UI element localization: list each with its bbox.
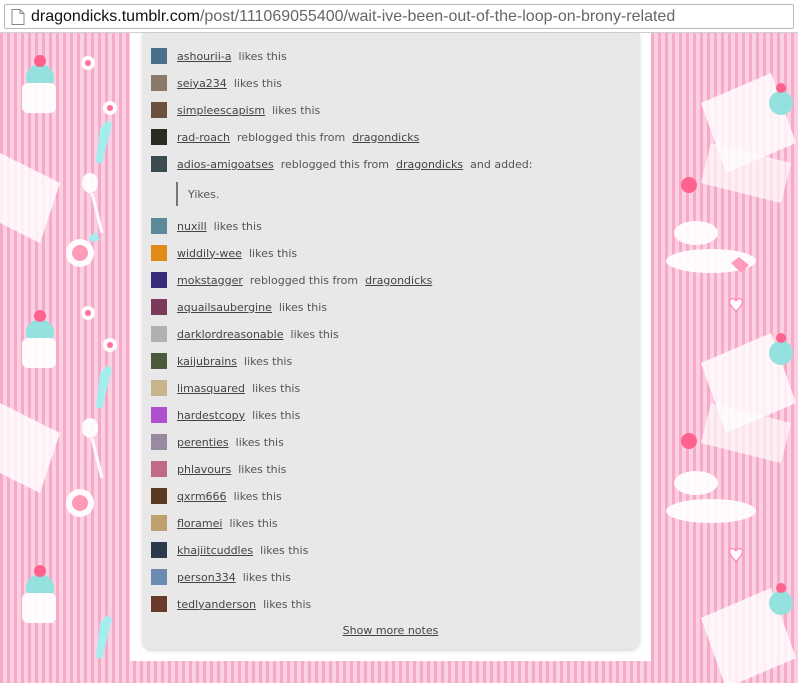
note-action: likes this (238, 462, 287, 476)
note-user-link[interactable]: hardestcopy (177, 409, 245, 422)
note-item: phlavours likes this (151, 460, 286, 478)
note-action: likes this (233, 489, 282, 503)
avatar[interactable] (151, 218, 167, 234)
avatar[interactable] (151, 488, 167, 504)
note-user-link[interactable]: khajiitcuddles (177, 544, 253, 557)
note-user-link[interactable]: seiya234 (177, 77, 227, 90)
note-action: likes this (260, 543, 309, 557)
note-source-link[interactable]: dragondicks (352, 131, 419, 144)
note-user-link[interactable]: aquailsaubergine (177, 301, 272, 314)
browser-address-bar: dragondicks.tumblr.com/post/111069055400… (0, 0, 798, 33)
note-suffix: and added: (470, 157, 533, 171)
note-user-link[interactable]: limasquared (177, 382, 245, 395)
note-user-link[interactable]: darklordreasonable (177, 328, 283, 341)
avatar[interactable] (151, 299, 167, 315)
note-action: likes this (229, 516, 278, 530)
note-user-link[interactable]: widdily-wee (177, 247, 242, 260)
avatar[interactable] (151, 245, 167, 261)
note-action: likes this (242, 570, 291, 584)
note-user-link[interactable]: qxrm666 (177, 490, 227, 503)
note-action: likes this (272, 103, 321, 117)
note-user-link[interactable]: mokstagger (177, 274, 243, 287)
note-user-link[interactable]: person334 (177, 571, 236, 584)
page-icon (11, 8, 25, 25)
background-decoration-icon (0, 55, 117, 659)
note-item: ashourii-a likes this (151, 47, 287, 65)
note-item: limasquared likes this (151, 379, 300, 397)
note-item: qxrm666 likes this (151, 487, 282, 505)
note-item: darklordreasonable likes this (151, 325, 339, 343)
note-action: likes this (252, 408, 301, 422)
note-action: likes this (238, 49, 287, 63)
avatar[interactable] (151, 75, 167, 91)
note-user-link[interactable]: perenties (177, 436, 229, 449)
note-item: khajiitcuddles likes this (151, 541, 308, 559)
avatar[interactable] (151, 272, 167, 288)
note-action: likes this (252, 381, 301, 395)
show-more-notes-link[interactable]: Show more notes (0, 624, 781, 637)
avatar[interactable] (151, 407, 167, 423)
background-decoration-icon (666, 73, 796, 683)
avatar[interactable] (151, 542, 167, 558)
note-item: simpleescapism likes this (151, 101, 320, 119)
note-action: likes this (213, 219, 262, 233)
note-item: floramei likes this (151, 514, 278, 532)
url-host: dragondicks.tumblr.com (31, 7, 200, 25)
note-user-link[interactable]: tedlyanderson (177, 598, 256, 611)
note-action: likes this (244, 354, 293, 368)
note-action: likes this (263, 597, 312, 611)
avatar[interactable] (151, 461, 167, 477)
reblog-comment: Yikes. (176, 182, 219, 206)
note-user-link[interactable]: adios-amigoatses (177, 158, 274, 171)
note-user-link[interactable]: phlavours (177, 463, 231, 476)
note-user-link[interactable]: rad-roach (177, 131, 230, 144)
avatar[interactable] (151, 596, 167, 612)
note-item: hardestcopy likes this (151, 406, 300, 424)
note-user-link[interactable]: simpleescapism (177, 104, 265, 117)
note-action: reblogged this from (249, 273, 359, 287)
note-item: person334 likes this (151, 568, 291, 586)
note-user-link[interactable]: floramei (177, 517, 222, 530)
avatar[interactable] (151, 129, 167, 145)
avatar[interactable] (151, 48, 167, 64)
note-source-link[interactable]: dragondicks (365, 274, 432, 287)
note-action: likes this (290, 327, 339, 341)
avatar[interactable] (151, 515, 167, 531)
note-item: rad-roach reblogged this from dragondicks (151, 128, 419, 146)
note-item: kaijubrains likes this (151, 352, 292, 370)
avatar[interactable] (151, 102, 167, 118)
avatar[interactable] (151, 156, 167, 172)
note-item: mokstagger reblogged this from dragondicks (151, 271, 432, 289)
note-action: likes this (248, 246, 298, 260)
avatar[interactable] (151, 326, 167, 342)
note-source-link[interactable]: dragondicks (396, 158, 463, 171)
note-item: aquailsaubergine likes this (151, 298, 327, 316)
note-action: likes this (233, 76, 283, 90)
note-item: adios-amigoatses reblogged this from drago… (151, 155, 533, 173)
note-item: seiya234 likes this (151, 74, 282, 92)
note-action: reblogged this from (280, 157, 389, 171)
note-item: nuxill likes this (151, 217, 262, 235)
url-field[interactable]: dragondicks.tumblr.com/post/111069055400… (4, 4, 794, 29)
avatar[interactable] (151, 353, 167, 369)
note-item: perenties likes this (151, 433, 284, 451)
url-path: /post/111069055400/wait-ive-been-out-of-… (199, 7, 676, 25)
note-item: tedlyanderson likes this (151, 595, 311, 613)
note-user-link[interactable]: ashourii-a (177, 50, 232, 63)
note-action: likes this (235, 435, 284, 449)
note-item: widdily-wee likes this (151, 244, 297, 262)
note-user-link[interactable]: nuxill (177, 220, 207, 233)
avatar[interactable] (151, 434, 167, 450)
note-user-link[interactable]: kaijubrains (177, 355, 237, 368)
avatar[interactable] (151, 569, 167, 585)
note-action: reblogged this from (237, 130, 346, 144)
note-action: likes this (278, 300, 328, 314)
avatar[interactable] (151, 380, 167, 396)
